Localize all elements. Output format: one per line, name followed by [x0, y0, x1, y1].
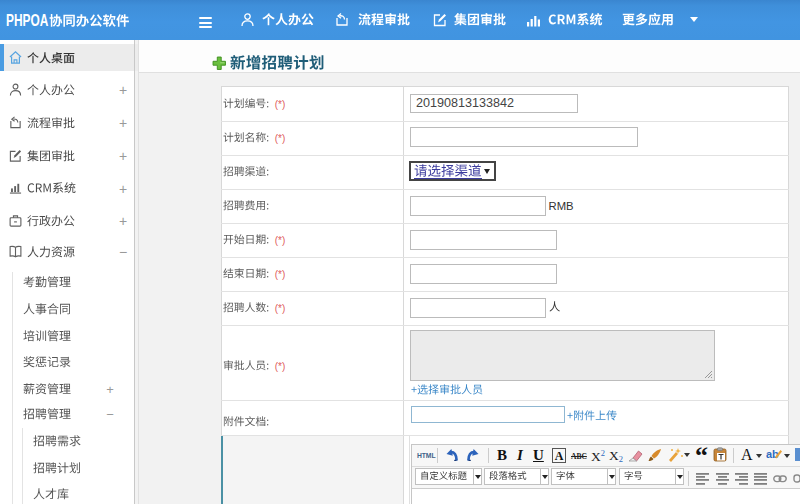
svg-text:ab: ab	[766, 448, 779, 460]
